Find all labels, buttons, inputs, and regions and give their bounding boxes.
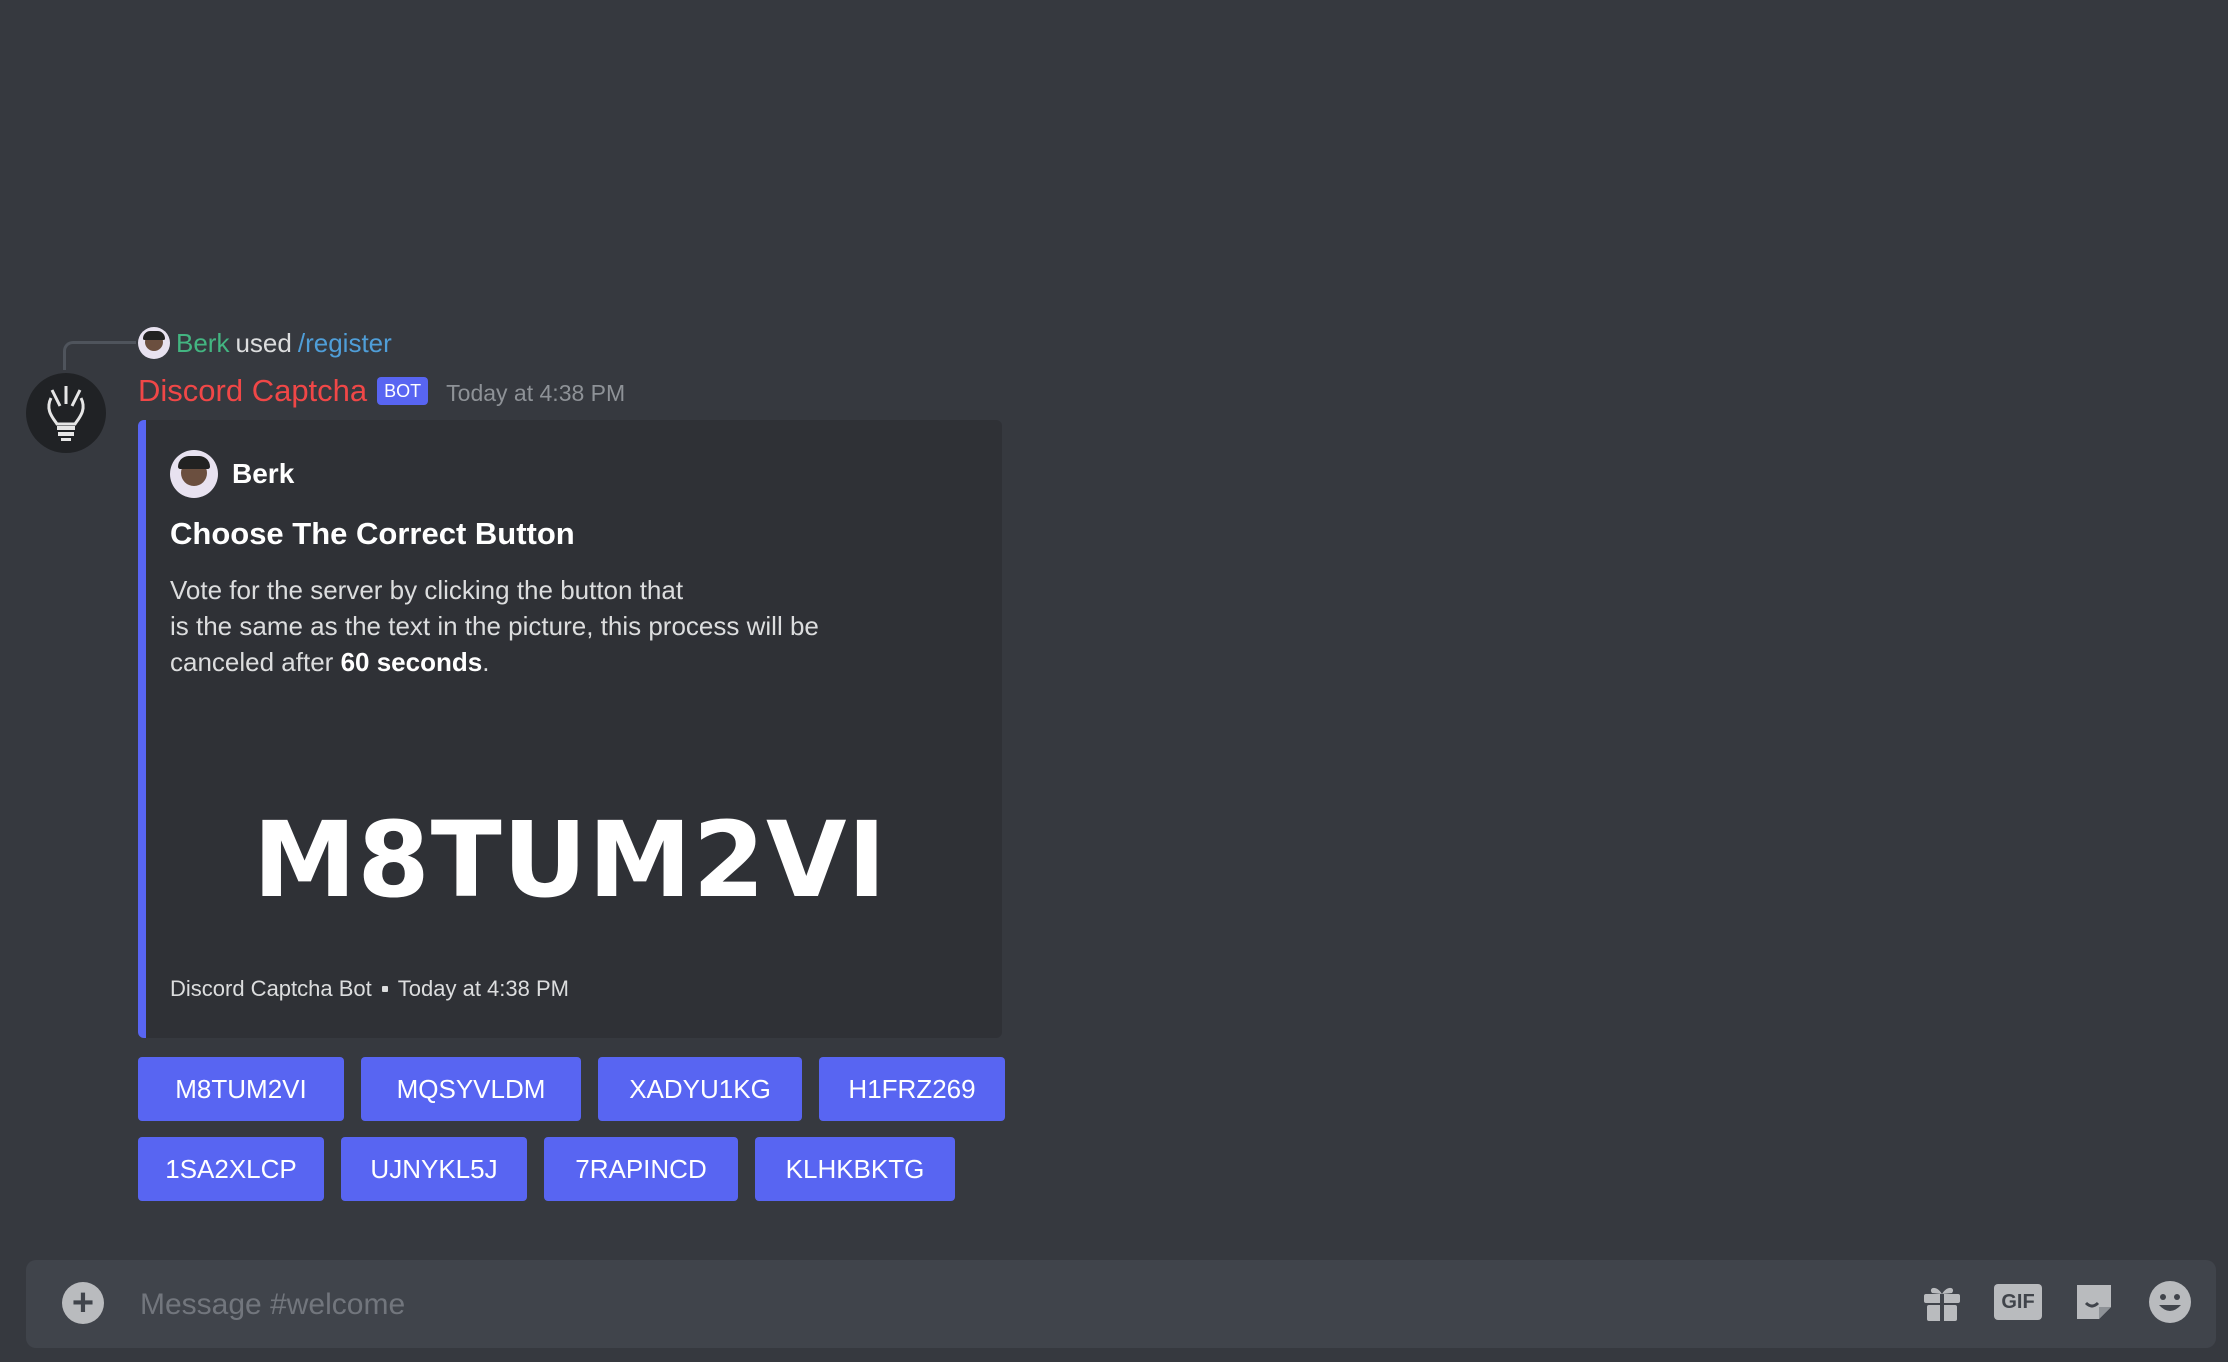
gif-label: GIF	[2001, 1291, 2035, 1313]
captcha-image[interactable]: M8TUM2VI	[170, 760, 970, 960]
embed-description-line: Vote for the server by clicking the butt…	[170, 575, 684, 605]
embed-author: Berk	[170, 450, 294, 498]
desc-duration: 60 seconds	[340, 647, 483, 677]
bot-username[interactable]: Discord Captcha	[138, 373, 367, 409]
captcha-embed: Berk Choose The Correct Button Vote for …	[138, 420, 1002, 1038]
captcha-button[interactable]: UJNYKL5J	[341, 1137, 527, 1201]
bot-avatar[interactable]	[26, 373, 106, 453]
reply-context[interactable]: Berk used /register	[138, 326, 392, 360]
embed-author-avatar	[170, 450, 218, 498]
message-input[interactable]	[138, 1278, 1842, 1332]
composer-icons: GIF	[1918, 1278, 2194, 1326]
reply-username[interactable]: Berk	[176, 326, 229, 360]
captcha-button[interactable]: 1SA2XLCP	[138, 1137, 324, 1201]
message-header: Discord Captcha BOT Today at 4:38 PM	[138, 372, 625, 410]
gif-icon[interactable]: GIF	[1994, 1278, 2042, 1326]
reply-command[interactable]: /register	[298, 326, 392, 360]
captcha-text: M8TUM2VI	[252, 799, 888, 921]
embed-description: Vote for the server by clicking the butt…	[170, 572, 930, 680]
embed-footer: Discord Captcha Bot Today at 4:38 PM	[170, 976, 569, 1002]
embed-description-line: is the same as the text in the picture, …	[170, 611, 819, 641]
emoji-icon[interactable]	[2146, 1278, 2194, 1326]
reply-spine	[63, 341, 136, 370]
message-composer: + GIF	[26, 1260, 2216, 1348]
desc-suffix: .	[482, 647, 490, 677]
button-row-1: M8TUM2VI MQSYVLDM XADYU1KG H1FRZ269	[138, 1057, 1005, 1121]
captcha-button[interactable]: MQSYVLDM	[361, 1057, 581, 1121]
gift-icon[interactable]	[1918, 1278, 1966, 1326]
embed-footer-text: Discord Captcha Bot	[170, 976, 372, 1001]
reply-used-text: used	[235, 328, 292, 358]
message-timestamp: Today at 4:38 PM	[446, 379, 626, 406]
captcha-button[interactable]: XADYU1KG	[598, 1057, 802, 1121]
captcha-button[interactable]: KLHKBKTG	[755, 1137, 955, 1201]
lightbulb-icon	[47, 386, 85, 441]
captcha-button[interactable]: H1FRZ269	[819, 1057, 1005, 1121]
button-row-2: 1SA2XLCP UJNYKL5J 7RAPINCD KLHKBKTG	[138, 1137, 955, 1201]
chat-area: Berk used /register Discord Captcha BOT …	[0, 0, 2228, 1362]
desc-prefix: canceled after	[170, 647, 341, 677]
sticker-icon[interactable]	[2070, 1278, 2118, 1326]
bot-badge: BOT	[377, 377, 429, 405]
captcha-button[interactable]: M8TUM2VI	[138, 1057, 344, 1121]
embed-description-line: canceled after 60 seconds.	[170, 644, 930, 680]
embed-footer-time: Today at 4:38 PM	[397, 976, 569, 1001]
embed-author-name: Berk	[232, 458, 295, 489]
add-icon[interactable]: +	[62, 1282, 104, 1324]
footer-separator	[381, 986, 388, 992]
captcha-button[interactable]: 7RAPINCD	[544, 1137, 738, 1201]
embed-title: Choose The Correct Button	[170, 516, 575, 551]
reply-avatar[interactable]	[138, 327, 170, 359]
